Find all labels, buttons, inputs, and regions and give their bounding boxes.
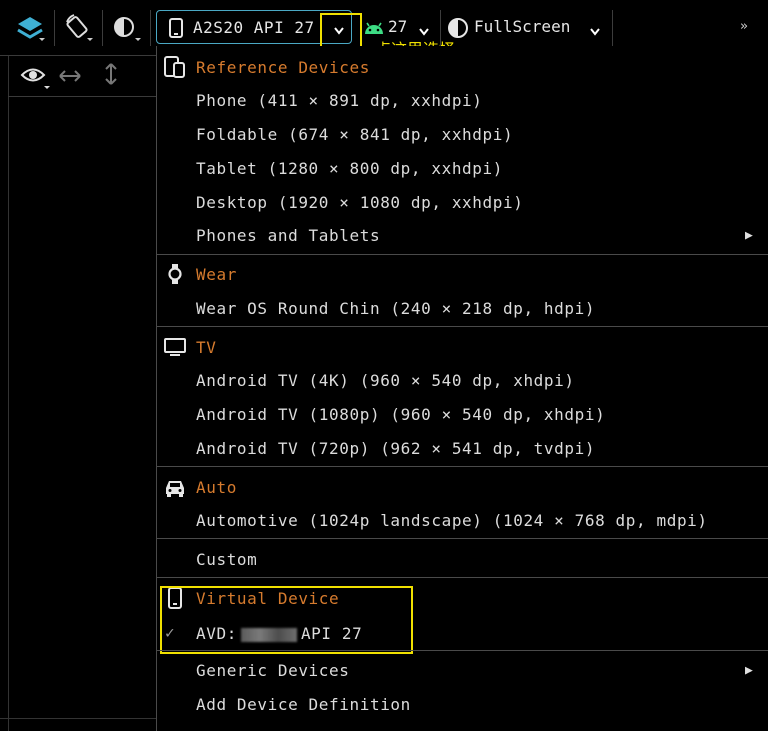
layers-icon[interactable] [14, 12, 46, 44]
menu-item-foldable[interactable]: Foldable (674 × 841 dp, xxhdpi) [157, 119, 768, 149]
menu-divider [157, 577, 768, 578]
night-mode-icon[interactable] [110, 12, 142, 44]
left-panel [0, 56, 156, 731]
toolbar-separator [440, 10, 441, 46]
menu-item-wear-os-round-chin[interactable]: Wear OS Round Chin (240 × 218 dp, hdpi) [157, 293, 768, 323]
chevron-down-icon[interactable] [589, 22, 601, 41]
api-level-label[interactable]: 27 [388, 17, 407, 36]
device-dropdown-menu: Reference Devices Phone (411 × 891 dp, x… [156, 46, 768, 731]
section-header-auto: Auto [157, 472, 768, 502]
toolbar-separator [54, 10, 55, 46]
menu-item-desktop[interactable]: Desktop (1920 × 1080 dp, xxhdpi) [157, 187, 768, 217]
menu-divider [157, 326, 768, 327]
left-panel-border [8, 0, 9, 731]
toolbar-separator [150, 10, 151, 46]
menu-item-android-tv-1080p[interactable]: Android TV (1080p) (960 × 540 dp, xhdpi) [157, 399, 768, 429]
vertical-resize-icon[interactable] [104, 62, 118, 90]
menu-item-automotive[interactable]: Automotive (1024p landscape) (1024 × 768… [157, 505, 768, 535]
watch-icon [164, 263, 186, 285]
tv-icon [164, 336, 186, 358]
android-icon[interactable] [363, 20, 385, 40]
display-mode-label[interactable]: FullScreen [474, 17, 570, 36]
toolbar-separator [102, 10, 103, 46]
section-header-tv: TV [157, 332, 768, 362]
device-selector-label: A2S20 API 27 [193, 18, 315, 37]
display-mode-icon[interactable] [447, 17, 469, 43]
menu-item-add-device-definition[interactable]: Add Device Definition [157, 689, 768, 719]
menu-item-android-tv-720p[interactable]: Android TV (720p) (962 × 541 dp, tvdpi) [157, 433, 768, 463]
phone-icon [169, 18, 183, 42]
left-panel-toolbar [8, 56, 156, 97]
menu-divider [157, 538, 768, 539]
menu-item-phones-and-tablets[interactable]: Phones and Tablets ▶ [157, 220, 768, 250]
menu-item-android-tv-4k[interactable]: Android TV (4K) (960 × 540 dp, xhdpi) [157, 365, 768, 395]
eye-icon[interactable] [20, 64, 50, 94]
menu-divider [157, 254, 768, 255]
more-actions-button[interactable]: » [740, 19, 748, 34]
menu-divider [157, 466, 768, 467]
chevron-down-icon[interactable] [418, 22, 430, 41]
rotate-icon[interactable] [62, 12, 94, 44]
phone-tablet-icon [164, 56, 186, 78]
menu-item-custom[interactable]: Custom [157, 544, 768, 574]
menu-divider [157, 650, 768, 651]
menu-item-generic-devices[interactable]: Generic Devices ▶ [157, 655, 768, 685]
toolbar-separator [612, 10, 613, 46]
menu-item-phone[interactable]: Phone (411 × 891 dp, xxhdpi) [157, 85, 768, 115]
left-panel-divider [0, 718, 156, 719]
submenu-arrow-icon: ▶ [745, 663, 753, 678]
section-header-reference-devices: Reference Devices [157, 52, 768, 82]
horizontal-resize-icon[interactable] [58, 68, 82, 87]
menu-item-tablet[interactable]: Tablet (1280 × 800 dp, xxhdpi) [157, 153, 768, 183]
car-icon [164, 476, 186, 498]
submenu-arrow-icon: ▶ [745, 228, 753, 243]
section-header-wear: Wear [157, 259, 768, 289]
virtual-device-highlight [160, 586, 413, 654]
